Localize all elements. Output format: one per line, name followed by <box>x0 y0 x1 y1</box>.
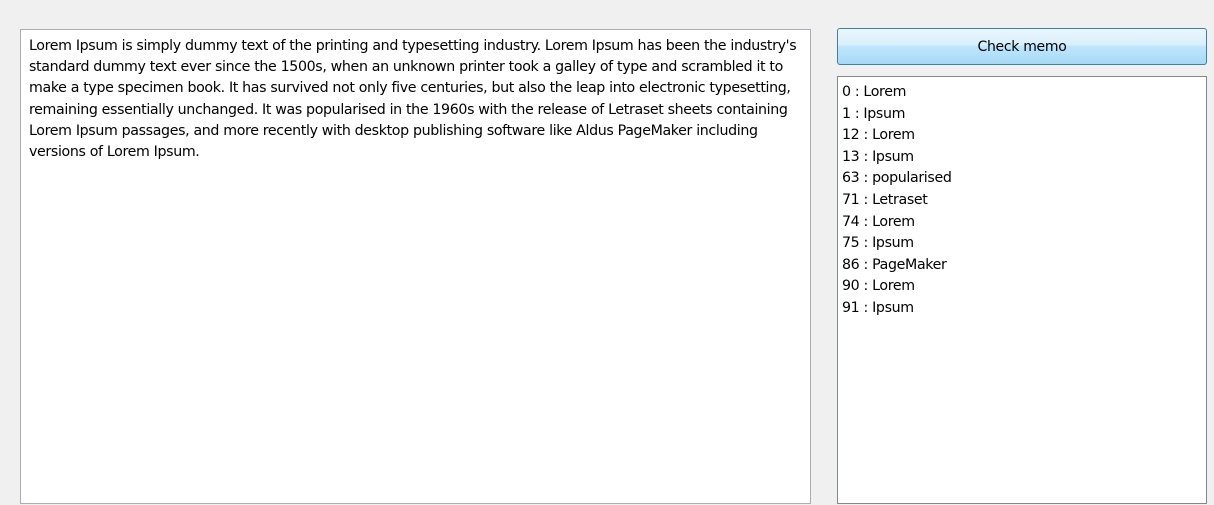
list-item[interactable]: 0 : Lorem <box>842 82 1206 104</box>
list-item[interactable]: 90 : Lorem <box>842 276 1206 298</box>
list-item[interactable]: 71 : Letraset <box>842 190 1206 212</box>
list-item[interactable]: 74 : Lorem <box>842 212 1206 234</box>
memo-text[interactable]: Lorem Ipsum is simply dummy text of the … <box>21 30 810 163</box>
list-item[interactable]: 1 : Ipsum <box>842 104 1206 126</box>
list-item[interactable]: 91 : Ipsum <box>842 298 1206 320</box>
results-list: 0 : Lorem 1 : Ipsum 12 : Lorem 13 : Ipsu… <box>838 77 1206 320</box>
results-listbox[interactable]: 0 : Lorem 1 : Ipsum 12 : Lorem 13 : Ipsu… <box>837 76 1207 504</box>
list-item[interactable]: 86 : PageMaker <box>842 255 1206 277</box>
list-item[interactable]: 13 : Ipsum <box>842 147 1206 169</box>
list-item[interactable]: 63 : popularised <box>842 168 1206 190</box>
check-memo-button[interactable]: Check memo <box>837 28 1207 65</box>
list-item[interactable]: 75 : Ipsum <box>842 233 1206 255</box>
memo-textarea[interactable]: Lorem Ipsum is simply dummy text of the … <box>20 29 811 504</box>
list-item[interactable]: 12 : Lorem <box>842 125 1206 147</box>
